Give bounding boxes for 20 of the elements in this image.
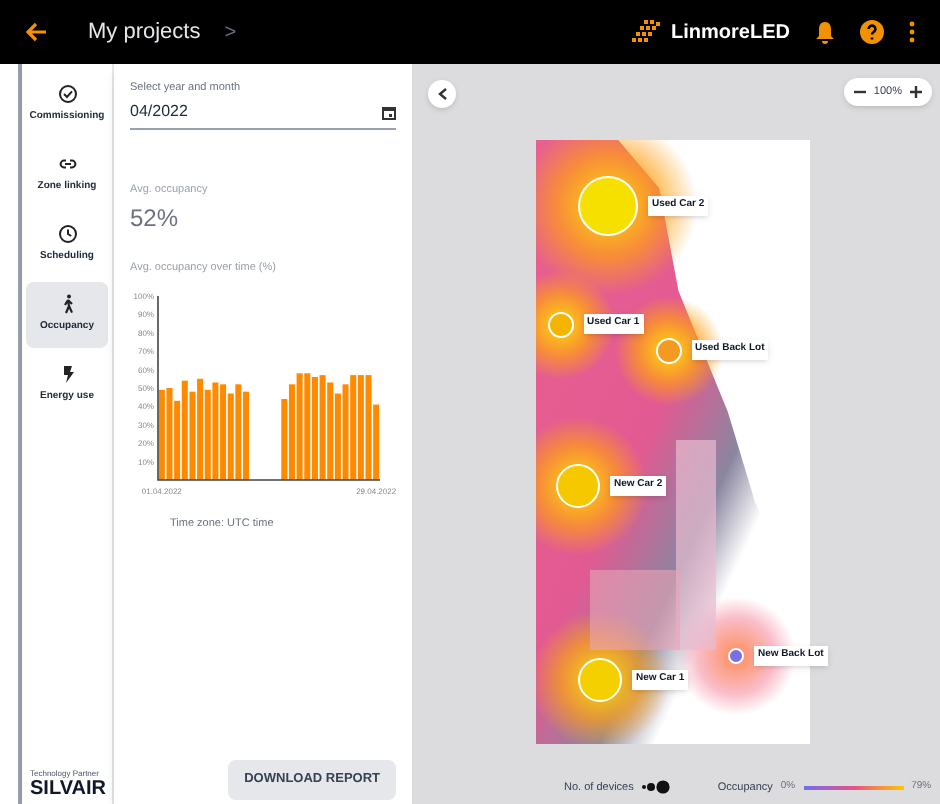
clock-icon <box>57 224 77 245</box>
breadcrumb-separator: > <box>224 19 237 47</box>
grid-logo-icon <box>631 20 664 44</box>
back-arrow-icon[interactable] <box>24 20 48 44</box>
zoom-out-icon[interactable] <box>853 86 866 98</box>
help-icon[interactable] <box>860 20 884 44</box>
more-icon[interactable] <box>908 20 916 44</box>
chevron-left-icon <box>437 88 447 100</box>
check-icon <box>57 84 77 105</box>
occupancy-gradient-bar <box>803 785 904 790</box>
avg-occupancy-value: 52% <box>130 201 181 235</box>
calendar-icon[interactable] <box>382 105 396 120</box>
date-field[interactable]: 04/2022 <box>130 100 396 131</box>
breadcrumb-link[interactable]: My projects <box>88 15 201 49</box>
brand-logo-text: LinmoreLED <box>671 19 790 47</box>
partner-logo-text: SILVAIR <box>30 780 108 800</box>
zoom-in-icon[interactable] <box>910 86 922 98</box>
collapse-button[interactable] <box>428 80 456 108</box>
bell-icon[interactable] <box>814 20 836 44</box>
device-size-legend-icon <box>641 780 670 795</box>
